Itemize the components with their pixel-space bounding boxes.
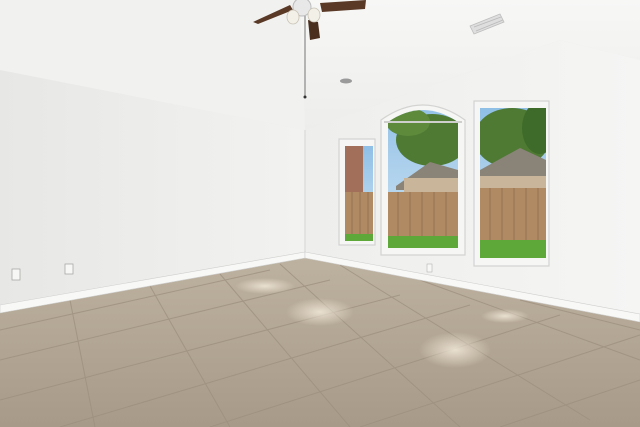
return-vent <box>340 78 352 84</box>
sunlight-patch <box>235 278 295 294</box>
sunlight-patch <box>286 298 354 326</box>
sunlight-patch <box>419 332 491 368</box>
wall-outlet <box>11 268 21 281</box>
wall-outlet <box>426 263 433 273</box>
sunlight-patch <box>481 309 529 323</box>
wall-outlet <box>64 263 74 275</box>
window-right <box>473 100 550 267</box>
room-photo <box>0 0 640 427</box>
arched-window <box>380 104 466 256</box>
window-left <box>338 138 376 246</box>
